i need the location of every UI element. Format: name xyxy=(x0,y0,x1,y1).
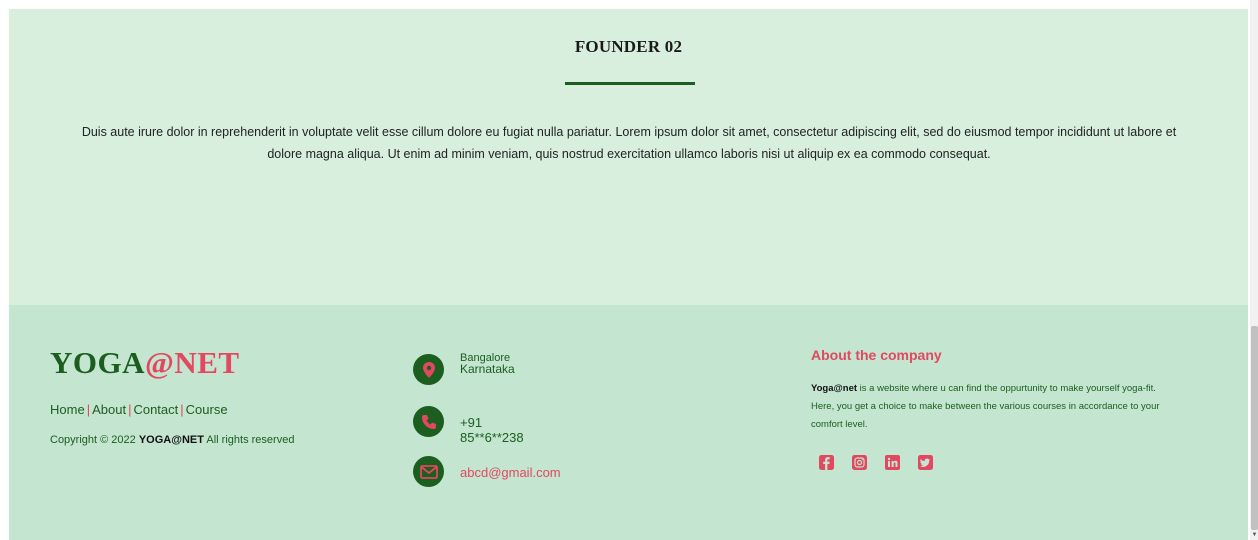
copyright-brand: YOGA@NET xyxy=(138,434,204,446)
copyright-text: Copyright © 2022 YOGA@NET All rights res… xyxy=(50,434,294,446)
nav-separator: | xyxy=(86,402,91,417)
nav-separator: | xyxy=(128,402,132,417)
facebook-icon[interactable] xyxy=(819,455,834,470)
footer-logo[interactable]: YOGA@NET xyxy=(50,345,240,381)
instagram-icon[interactable] xyxy=(852,455,867,470)
page: FOUNDER 02 Duis aute irure dolor in repr… xyxy=(9,9,1248,540)
phone-icon xyxy=(413,406,444,437)
nav-separator: | xyxy=(180,402,184,417)
footer-link-course[interactable]: Course xyxy=(186,402,228,417)
founder-title: FOUNDER 02 xyxy=(574,37,683,56)
logo-text-yoga: YOGA xyxy=(50,345,145,380)
about-company: About the company Yoga@net is a website … xyxy=(811,347,1171,434)
phone-number[interactable]: +91 85**6**238 xyxy=(460,415,524,445)
twitter-icon[interactable] xyxy=(918,455,933,470)
email-link[interactable]: abcd@gmail.com xyxy=(460,465,561,480)
address-text: Bangalore Karnataka xyxy=(460,353,515,376)
location-pin-icon xyxy=(413,354,444,385)
address-state: Karnataka xyxy=(460,362,515,376)
about-description: Yoga@net is a website where u can find t… xyxy=(811,380,1171,434)
scrollbar-thumb[interactable] xyxy=(1251,326,1258,530)
about-body: is a website where u can find the oppurt… xyxy=(811,383,1160,430)
copyright-suffix: All rights reserved xyxy=(203,434,295,446)
scroll-down-arrow-icon[interactable]: ▼ xyxy=(1251,531,1258,539)
footer-link-about[interactable]: About xyxy=(92,402,126,417)
about-title: About the company xyxy=(811,347,942,363)
footer: YOGA@NET Home | About | Contact | Course Copyr… xyxy=(9,305,1248,540)
copyright-prefix: Copyright © 2022 xyxy=(50,434,139,446)
logo-text-at-net: @NET xyxy=(145,345,240,380)
footer-link-contact[interactable]: Contact xyxy=(133,402,178,417)
social-links xyxy=(819,455,933,470)
mail-icon xyxy=(413,456,444,487)
founder-section: FOUNDER 02 Duis aute irure dolor in repr… xyxy=(9,9,1248,305)
footer-link-home[interactable]: Home xyxy=(50,402,85,417)
about-brand: Yoga@net xyxy=(811,383,858,394)
footer-nav: Home | About | Contact | Course xyxy=(50,402,228,417)
linkedin-icon[interactable] xyxy=(885,455,900,470)
founder-description: Duis aute irure dolor in reprehenderit i… xyxy=(81,125,1177,161)
title-divider xyxy=(565,82,695,85)
